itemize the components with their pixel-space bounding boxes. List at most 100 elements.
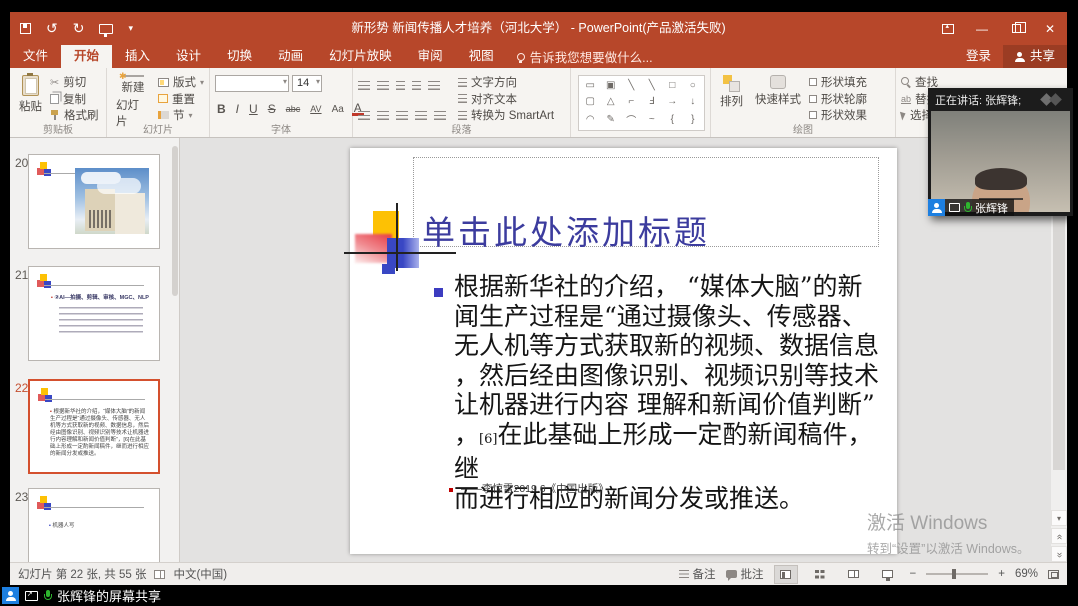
strikethrough-button[interactable]: S: [266, 102, 278, 116]
new-slide-button[interactable]: 新建 幻灯片: [112, 73, 154, 124]
shape-right-arrow-icon[interactable]: →: [667, 96, 677, 107]
align-center-icon[interactable]: [377, 111, 389, 120]
decrease-indent-icon[interactable]: [396, 81, 405, 90]
reading-view-button[interactable]: [842, 565, 866, 584]
comments-button[interactable]: 批注: [726, 566, 764, 582]
slide-title-text[interactable]: 单击此处添加标题: [422, 206, 710, 254]
italic-button[interactable]: I: [234, 102, 241, 116]
columns-icon[interactable]: [434, 111, 446, 120]
shape-arc-icon[interactable]: ⌒: [626, 112, 636, 127]
reset-button[interactable]: 重置: [158, 91, 204, 107]
close-button[interactable]: ✕: [1033, 12, 1067, 45]
share-button[interactable]: 共享: [1003, 45, 1067, 68]
slide-sorter-view-button[interactable]: [808, 565, 832, 584]
thumbnail-21-text-lines: [59, 307, 143, 333]
shape-arrow-line-icon[interactable]: ╲: [649, 80, 655, 91]
shape-down-arrow-icon[interactable]: ↓: [690, 96, 695, 107]
restore-button[interactable]: [999, 12, 1033, 45]
zoom-slider-thumb[interactable]: [952, 569, 956, 579]
thumbnail-scrollbar[interactable]: [172, 146, 178, 296]
proofing-icon[interactable]: [154, 570, 165, 579]
scroll-down-button[interactable]: ▾: [1051, 510, 1067, 526]
shape-triangle-icon[interactable]: △: [607, 96, 615, 107]
change-case-button[interactable]: Aa: [330, 104, 346, 115]
shape-elbow-icon[interactable]: ⌐: [628, 96, 634, 107]
underline-button[interactable]: U: [247, 102, 260, 116]
tell-me-box[interactable]: 告诉我您想要做什么...: [507, 45, 663, 68]
font-size-select[interactable]: 14: [292, 75, 322, 92]
arrange-button[interactable]: 排列: [716, 73, 747, 124]
tab-slideshow[interactable]: 幻灯片放映: [316, 45, 405, 68]
numbering-icon[interactable]: [377, 81, 389, 90]
bullets-icon[interactable]: [358, 81, 370, 90]
shape-partial-circle-icon[interactable]: ◠: [586, 114, 595, 125]
language-indicator[interactable]: 中文(中国): [173, 566, 227, 582]
zoom-in-button[interactable]: +: [998, 568, 1005, 580]
notes-button[interactable]: 备注: [679, 566, 716, 582]
cut-button[interactable]: ✂剪切: [50, 74, 99, 90]
shape-elbow-arrow-icon[interactable]: Ⅎ: [649, 96, 655, 107]
shape-fill-button[interactable]: 形状填充: [809, 74, 867, 90]
quick-styles-icon: [770, 75, 786, 89]
align-text-button[interactable]: 对齐文本: [458, 91, 554, 107]
shape-freeform-icon[interactable]: ✎: [607, 114, 615, 125]
shape-outline-button[interactable]: 形状轮廓: [809, 91, 867, 107]
thumbnail-22-body: 根据新华社的介绍，“媒体大脑”的新闻生产过程是“通过摄像头、传感器、无人机等方式…: [50, 409, 149, 457]
thumbnail-slide-22-selected[interactable]: ▪ 根据新华社的介绍，“媒体大脑”的新闻生产过程是“通过摄像头、传感器、无人机等…: [28, 379, 160, 474]
search-icon: [901, 77, 911, 87]
copy-button[interactable]: 复制: [50, 91, 99, 107]
meeting-video-overlay[interactable]: 正在讲话: 张辉锋; 张辉锋: [928, 88, 1073, 216]
line-spacing-icon[interactable]: [428, 81, 440, 90]
tab-insert[interactable]: 插入: [112, 45, 163, 68]
tab-transitions[interactable]: 切换: [214, 45, 265, 68]
font-name-select[interactable]: [215, 75, 289, 92]
tab-animations[interactable]: 动画: [265, 45, 316, 68]
shadow-button[interactable]: abc: [284, 104, 303, 114]
shapes-gallery[interactable]: ▭ ▣ ╲ ╲ □ ○ ▢ △ ⌐ Ⅎ → ↓ ◠ ✎ ⌒ ~ {: [578, 75, 705, 131]
shape-textbox2-icon[interactable]: ▣: [606, 80, 615, 91]
shape-rounded-rect-icon[interactable]: ▢: [586, 96, 595, 107]
align-right-icon[interactable]: [396, 111, 408, 120]
tab-review[interactable]: 审阅: [405, 45, 456, 68]
shape-line-icon[interactable]: ╲: [628, 80, 634, 91]
sign-in-button[interactable]: 登录: [954, 45, 1003, 68]
shape-rectangle-icon[interactable]: □: [669, 80, 675, 91]
tab-home[interactable]: 开始: [61, 45, 112, 68]
slide-thumbnail-pane: 20 21 ▪ ②AI—拍摄、剪辑、审核、MGC、NLP 22 ▪ 根据新华社的…: [10, 138, 180, 562]
char-spacing-button[interactable]: AV: [308, 104, 323, 114]
zoom-slider[interactable]: [926, 573, 988, 575]
text-direction-button[interactable]: 文字方向: [458, 74, 554, 90]
bold-button[interactable]: B: [215, 102, 228, 116]
ribbon-display-options-button[interactable]: [931, 12, 965, 45]
tab-file[interactable]: 文件: [10, 45, 61, 68]
arrow-down-icon: ▾: [1057, 514, 1061, 523]
justify-icon[interactable]: [415, 111, 427, 120]
layout-button[interactable]: 版式▾: [158, 74, 204, 90]
thumbnail-slide-21[interactable]: ▪ ②AI—拍摄、剪辑、审核、MGC、NLP: [28, 266, 160, 361]
thumbnail-slide-23[interactable]: ▪ 机器人写: [28, 488, 160, 562]
zoom-out-button[interactable]: −: [910, 568, 917, 580]
previous-slide-button[interactable]: «: [1051, 528, 1067, 544]
shape-oval-icon[interactable]: ○: [690, 80, 696, 91]
smartart-icon: [458, 111, 467, 120]
shape-right-brace-icon[interactable]: }: [691, 114, 694, 125]
current-slide[interactable]: 单击此处添加标题 根据新华社的介绍， “媒体大脑”的新 闻生产过程是“通过摄像头…: [350, 148, 897, 554]
normal-view-button[interactable]: [774, 565, 798, 584]
shape-curve-icon[interactable]: ~: [649, 114, 655, 125]
slideshow-view-button[interactable]: [876, 565, 900, 584]
thumbnail-slide-20[interactable]: [28, 154, 160, 249]
fit-to-window-icon[interactable]: [1048, 570, 1059, 579]
quick-styles-button[interactable]: 快速样式: [751, 73, 805, 124]
tab-design[interactable]: 设计: [163, 45, 214, 68]
shape-left-brace-icon[interactable]: {: [671, 114, 674, 125]
slide-body-text[interactable]: 根据新华社的介绍， “媒体大脑”的新 闻生产过程是“通过摄像头、传感器、 无人机…: [454, 272, 892, 513]
zoom-percentage[interactable]: 69%: [1015, 568, 1038, 580]
align-left-icon[interactable]: [358, 111, 370, 120]
paste-button[interactable]: 粘贴: [15, 73, 46, 124]
minimize-button[interactable]: —: [965, 12, 999, 45]
tab-view[interactable]: 视图: [456, 45, 507, 68]
shape-textbox-icon[interactable]: ▭: [586, 80, 595, 91]
increase-indent-icon[interactable]: [412, 81, 421, 90]
thumbnail-23-line: 机器人写: [52, 523, 74, 529]
next-slide-button[interactable]: »: [1051, 546, 1067, 562]
